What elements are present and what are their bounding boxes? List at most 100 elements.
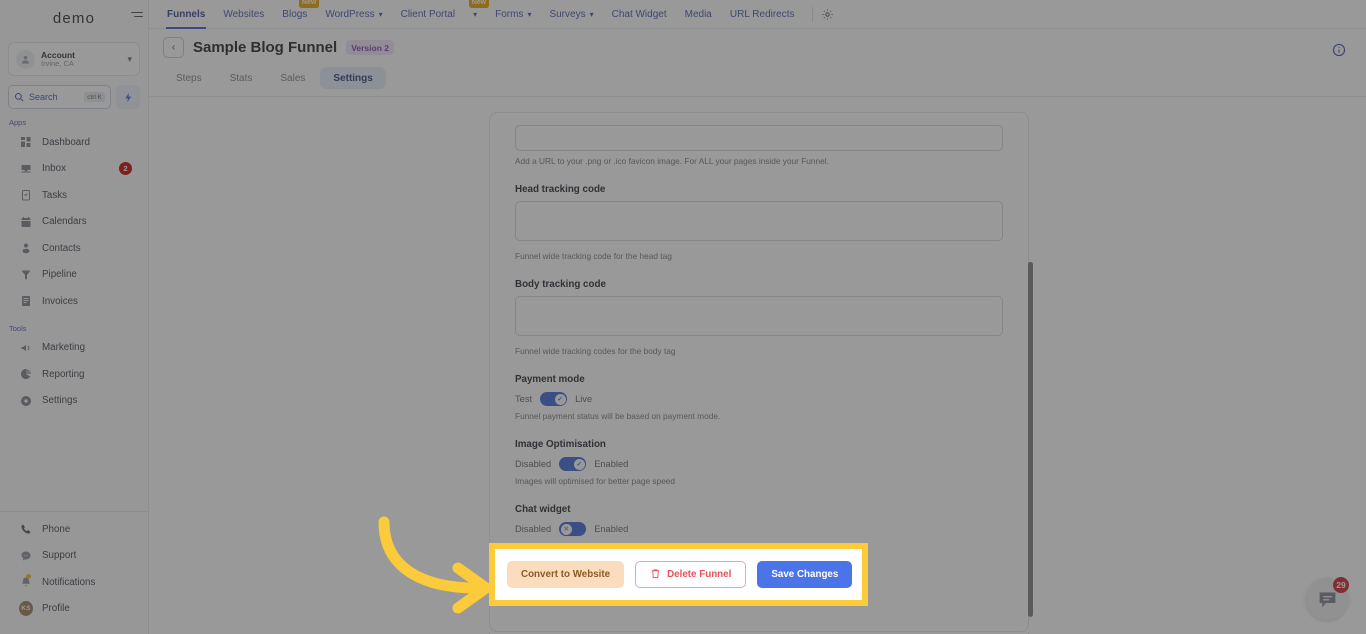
pipeline-icon [19,268,33,282]
body-tracking-textarea[interactable] [515,296,1003,336]
gear-icon[interactable] [819,5,837,23]
back-button[interactable]: ‹ [163,37,184,58]
sidebar-item-tasks[interactable]: Tasks [0,182,148,209]
tab-sales[interactable]: Sales [267,67,318,89]
chevron-down-icon: ▾ [127,53,132,64]
chevron-down-icon: ▾ [378,9,383,19]
sidebar-item-settings[interactable]: Settings [0,388,148,415]
delete-funnel-button[interactable]: Delete Funnel [635,561,747,588]
pie-chart-icon [19,367,33,381]
search-input[interactable]: Search ctrl K [8,85,111,109]
sidebar-label: Calendars [42,216,87,228]
sidebar-item-invoices[interactable]: Invoices [0,288,148,315]
account-location: Irvine, CA [41,58,74,68]
image-optimisation-label: Image Optimisation [515,439,606,450]
trash-icon [650,568,661,582]
image-optimisation-right-label: Enabled [594,459,629,469]
tab-stats[interactable]: Stats [217,67,266,89]
sidebar-label: Reporting [42,368,85,380]
image-optimisation-left-label: Disabled [515,459,552,469]
top-navigation: Funnels Websites Blogs New WordPress ▾ C… [149,0,1366,29]
sidebar-item-calendars[interactable]: Calendars [0,209,148,236]
chat-widget-left-label: Disabled [515,524,552,534]
sidebar-item-pipeline[interactable]: Pipeline [0,262,148,289]
tab-label: Media [684,8,712,20]
chat-widget-button[interactable]: 29 [1306,577,1349,620]
tab-websites[interactable]: Websites [214,0,273,29]
sidebar-item-support[interactable]: Support [0,543,148,570]
tab-label: Blogs [282,8,308,20]
sidebar-label: Phone [42,523,71,535]
sidebar-item-notifications[interactable]: Notifications [0,569,148,596]
brand-logo[interactable]: demo [0,0,148,36]
chat-bubble-icon [1319,592,1335,607]
sidebar-item-contacts[interactable]: Contacts [0,235,148,262]
sidebar-item-inbox[interactable]: Inbox 2 [0,156,148,183]
sidebar-item-phone[interactable]: Phone [0,516,148,543]
tab-wordpress[interactable]: WordPress ▾ [316,0,391,29]
invoices-icon [19,294,33,308]
chevron-down-icon: ▾ [473,9,478,19]
image-optimisation-toggle[interactable]: ✓ [559,457,587,471]
megaphone-icon [19,341,33,355]
tab-forms[interactable]: Forms ▾ [486,0,540,29]
sidebar-label: Dashboard [42,136,90,148]
info-icon[interactable] [1332,43,1346,57]
nav-divider [811,6,813,22]
search-label: Search [29,92,58,102]
account-avatar-icon [16,49,35,69]
sidebar-label: Inbox [42,163,66,175]
page-title: Sample Blog Funnel [193,39,338,56]
chat-widget-label: Chat widget [515,504,571,515]
save-changes-button[interactable]: Save Changes [757,561,853,588]
tab-funnels[interactable]: Funnels [158,0,214,29]
page-header: ‹ Sample Blog Funnel Version 2 Steps Sta… [149,29,1366,97]
bolt-icon [124,92,131,102]
quick-action-button[interactable] [116,85,140,109]
sidebar-item-reporting[interactable]: Reporting [0,361,148,388]
tab-chat-widget[interactable]: Chat Widget [603,0,676,29]
calendar-icon [19,215,33,229]
tab-label: URL Redirects [729,8,795,20]
convert-to-website-button[interactable]: Convert to Website [507,561,625,588]
sidebar-label: Pipeline [42,269,77,281]
tab-media[interactable]: Media [676,0,721,29]
sidebar-item-dashboard[interactable]: Dashboard [0,129,148,156]
tab-steps[interactable]: Steps [163,67,215,89]
app-root: demo Account Irvine, CA ▾ Search ctrl K … [0,0,1366,634]
body-tracking-label: Body tracking code [515,279,606,290]
tab-label: Surveys [549,8,586,20]
tab-settings[interactable]: Settings [320,67,386,89]
body-tracking-hint: Funnel wide tracking codes for the body … [515,346,676,356]
notification-dot [26,574,31,579]
account-switcher[interactable]: Account Irvine, CA ▾ [8,42,140,76]
tab-blogs[interactable]: Blogs New [273,0,320,29]
tab-label: Forms [495,8,524,20]
sidebar-label: Settings [42,395,78,407]
favicon-url-input[interactable] [515,125,1003,151]
head-tracking-label: Head tracking code [515,184,606,195]
inbox-icon [19,162,33,176]
head-tracking-textarea[interactable] [515,201,1003,241]
content-scrollbar[interactable] [1028,262,1033,617]
sidebar-divider [0,511,148,512]
sidebar-collapse-button[interactable] [131,9,144,20]
avatar-icon: KS [19,601,33,617]
sidebar-label: Invoices [42,295,78,307]
chevron-left-icon: ‹ [171,42,176,53]
tab-surveys[interactable]: Surveys ▾ [540,0,602,29]
logo-text: demo [52,9,96,27]
tab-label: Chat Widget [611,8,667,20]
sidebar-label: Support [42,550,77,562]
chevron-down-icon: ▾ [527,9,532,19]
payment-mode-hint: Funnel payment status will be based on p… [515,411,721,421]
sidebar-item-marketing[interactable]: Marketing [0,335,148,362]
tab-label: Websites [223,8,265,20]
settings-tablist: Steps Stats Sales Settings [149,58,1366,89]
chat-widget-toggle[interactable]: ✕ [559,522,587,536]
sidebar-label: Notifications [42,576,96,588]
tab-url-redirects[interactable]: URL Redirects [721,0,804,29]
tab-client-portal[interactable]: Client Portal New ▾ [392,0,490,29]
payment-mode-toggle[interactable]: ✓ [540,392,568,406]
sidebar-item-profile[interactable]: KS Profile [0,596,148,623]
